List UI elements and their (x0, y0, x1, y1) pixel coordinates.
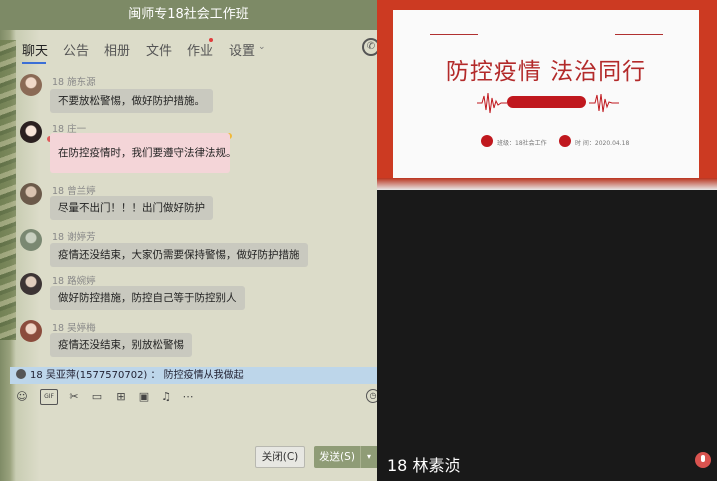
image-icon[interactable]: ▣ (136, 389, 152, 405)
close-button[interactable]: 关闭(C) (255, 446, 305, 468)
avatar[interactable] (20, 229, 42, 251)
sender-name: 18 曾兰婷 (52, 186, 96, 197)
phone-icon[interactable]: ✆ (362, 38, 377, 56)
background-foliage (0, 40, 16, 340)
sender-name: 18 吴婷梅 (52, 323, 96, 334)
send-button[interactable]: 发送(S) (314, 446, 360, 468)
slide-rule-right (615, 34, 663, 35)
shared-slide-area: 防控疫情 法治同行 班级：18社会工作 时 间：2020.04.18 (377, 0, 717, 190)
bell-icon[interactable]: ♫ (158, 389, 174, 405)
emoji-icon[interactable]: ☺ (14, 389, 30, 405)
avatar[interactable] (20, 74, 42, 96)
avatar[interactable] (20, 273, 42, 295)
sender-name: 18 谢婷芳 (52, 232, 96, 243)
message-bubble: 疫情还没结束，别放松警惕 (50, 333, 192, 357)
more-icon[interactable]: ⋯ (180, 389, 196, 405)
avatar[interactable] (20, 183, 42, 205)
slide-class-label: 班级：18社会工作 (497, 140, 547, 147)
slide-pill-bar (507, 96, 586, 108)
slide-title: 防控疫情 法治同行 (445, 59, 647, 85)
person-icon (481, 135, 493, 147)
tab-announcements[interactable]: 公告 (63, 40, 89, 59)
slide-bottom-shadow (377, 178, 717, 190)
presentation-slide: 防控疫情 法治同行 班级：18社会工作 时 间：2020.04.18 (393, 10, 699, 178)
tab-bar: 聊天 公告 相册 文件 作业 设置 ⌄ (0, 30, 377, 66)
sender-name: 18 施东源 (52, 77, 96, 88)
message-bubble: 做好防控措施，防控自己等于防控别人 (50, 286, 245, 310)
avatar[interactable] (20, 121, 42, 143)
tab-files[interactable]: 文件 (146, 40, 172, 59)
notice-text: 18 吴亚萍(1577570702) ： 防控疫情从我做起 (30, 370, 244, 381)
video-panel: 防控疫情 法治同行 班级：18社会工作 时 间：2020.04.18 18 林素… (377, 0, 717, 481)
microphone-icon[interactable] (695, 452, 711, 468)
unread-dot (209, 38, 213, 42)
message-bubble: 尽量不出门！！！出门做好防护 (50, 196, 213, 220)
window-title: 闽师专18社会工作班 (0, 0, 377, 30)
message-bubble: 不要放松警惕，做好防护措施。 (50, 89, 213, 113)
folder-icon[interactable]: ▭ (89, 389, 105, 405)
chevron-down-icon[interactable]: ⌄ (258, 42, 266, 52)
history-icon[interactable]: ◷ (366, 389, 377, 403)
tab-album[interactable]: 相册 (104, 40, 130, 59)
avatar[interactable] (20, 320, 42, 342)
tab-settings[interactable]: 设置 (229, 40, 255, 59)
speaker-name: 18 林素浈 (387, 456, 461, 475)
sender-name: 18 路婉婷 (52, 276, 96, 287)
send-options-chevron-icon[interactable]: ▾ (360, 446, 377, 468)
message-bubble: 在防控疫情时，我们要遵守法律法规。 (50, 133, 237, 173)
pulse-wave-left-icon (477, 92, 507, 114)
tab-homework[interactable]: 作业 (187, 40, 213, 59)
slide-date-label: 时 间：2020.04.18 (575, 140, 630, 147)
avatar-icon (16, 369, 26, 379)
tab-chat[interactable]: 聊天 (22, 40, 48, 59)
message-bubble: 疫情还没结束，大家仍需要保持警惕，做好防护措施 (50, 243, 308, 267)
clock-icon (559, 135, 571, 147)
group-notice-bar[interactable]: 18 吴亚萍(1577570702) ： 防控疫情从我做起 (10, 367, 377, 384)
active-tab-indicator (22, 62, 46, 64)
scissors-icon[interactable]: ✂ (66, 389, 82, 405)
gif-icon[interactable]: GIF (40, 389, 58, 405)
apps-icon[interactable]: ⊞ (113, 389, 129, 405)
pulse-wave-right-icon (589, 93, 619, 113)
slide-rule-left (430, 34, 478, 35)
chat-window: 闽师专18社会工作班 聊天 公告 相册 文件 作业 设置 ⌄ ✆ 18 施东源 … (0, 0, 377, 481)
